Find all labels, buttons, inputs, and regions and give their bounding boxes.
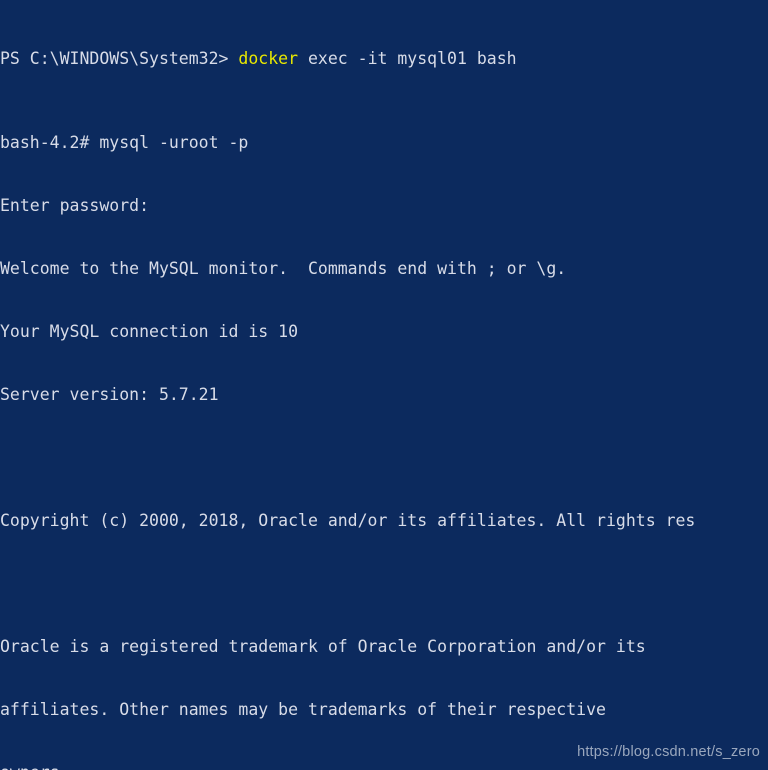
terminal-line-trademark-3: owners. [0, 762, 768, 770]
terminal-output: PS C:\WINDOWS\System32> docker exec -it … [0, 0, 768, 770]
docker-command-keyword: docker [238, 49, 299, 68]
terminal-line-connection-id: Your MySQL connection id is 10 [0, 322, 299, 341]
terminal-window[interactable]: PS C:\WINDOWS\System32> docker exec -it … [0, 0, 768, 770]
ps-prompt-suffix: exec -it mysql01 bash [298, 49, 517, 68]
terminal-line-ps-prompt: PS C:\WINDOWS\System32> docker exec -it … [0, 48, 768, 69]
ps-prompt-prefix: PS C:\WINDOWS\System32> [0, 49, 239, 68]
terminal-line-bash-prompt: bash-4.2# mysql -uroot -p [0, 133, 249, 152]
terminal-line-copyright: Copyright (c) 2000, 2018, Oracle and/or … [0, 511, 696, 530]
terminal-line-welcome: Welcome to the MySQL monitor. Commands e… [0, 259, 567, 278]
terminal-line-enter-password: Enter password: [0, 196, 150, 215]
terminal-line-trademark-2: affiliates. Other names may be trademark… [0, 700, 606, 719]
terminal-line-server-version: Server version: 5.7.21 [0, 385, 219, 404]
terminal-line-trademark-1: Oracle is a registered trademark of Orac… [0, 637, 646, 656]
